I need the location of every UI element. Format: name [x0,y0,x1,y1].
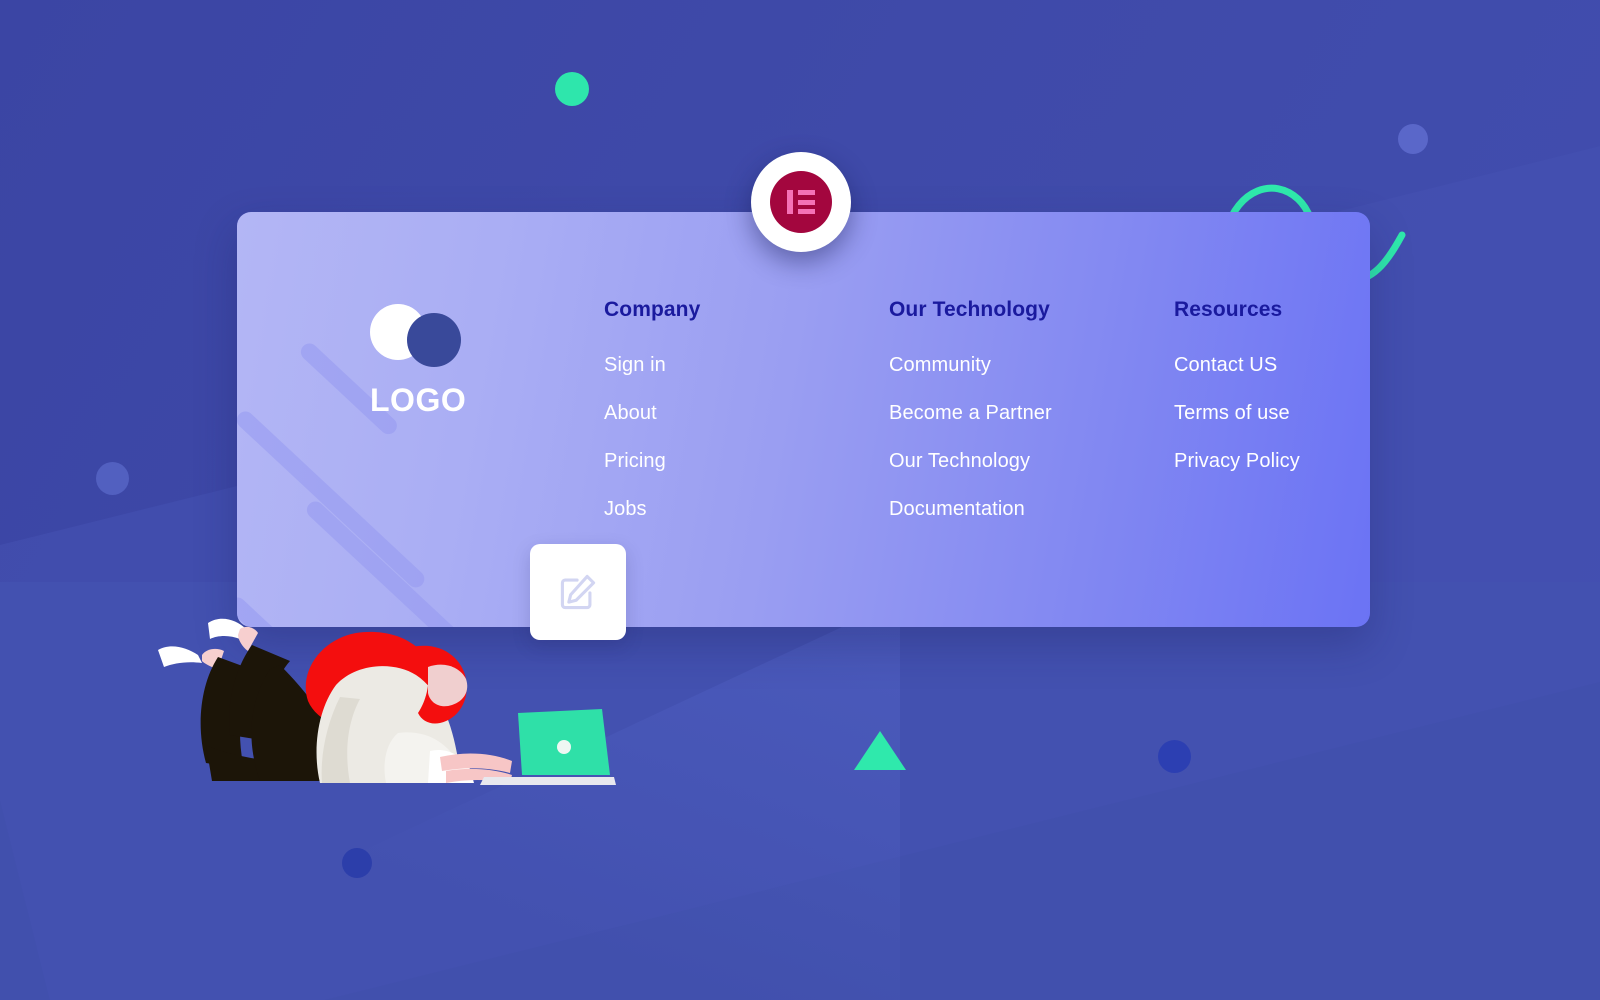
blue-dot-left-icon [96,462,129,495]
footer-link-about[interactable]: About [604,402,889,425]
footer-link-sign-in[interactable]: Sign in [604,354,889,377]
footer-link-pricing[interactable]: Pricing [604,450,889,473]
footer-card: LOGO Company Sign in About Pricing Jobs … [237,212,1370,627]
logo-circles [370,304,490,372]
footer-link-contact-us[interactable]: Contact US [1174,354,1370,377]
footer-link-privacy-policy[interactable]: Privacy Policy [1174,450,1370,473]
page-canvas: LOGO Company Sign in About Pricing Jobs … [0,0,1600,1000]
green-dot-top-icon [555,72,589,106]
footer-link-community[interactable]: Community [889,354,1174,377]
footer-link-documentation[interactable]: Documentation [889,498,1174,521]
footer-link-our-technology[interactable]: Our Technology [889,450,1174,473]
logo-text: LOGO [370,382,467,418]
blue-dot-bottom-left-icon [342,848,372,878]
logo-dark-circle-icon [407,313,461,367]
column-title-resources: Resources [1174,298,1283,321]
green-triangle-icon [854,731,906,770]
footer-column-our-technology: Our Technology Community Become a Partne… [889,298,1174,546]
elementor-badge[interactable] [751,152,851,252]
elementor-logo-icon [770,171,832,233]
blue-dot-near-laptop-icon [1158,740,1191,773]
edit-pencil-square-icon [560,574,596,610]
footer-column-resources: Resources Contact US Terms of use Privac… [1174,298,1370,546]
footer-link-columns: Company Sign in About Pricing Jobs Our T… [604,298,1370,546]
column-title-our-technology: Our Technology [889,298,1050,321]
column-title-company: Company [604,298,701,321]
edit-widget-tile[interactable] [530,544,626,640]
brand-logo[interactable]: LOGO [370,304,570,419]
footer-link-terms-of-use[interactable]: Terms of use [1174,402,1370,425]
footer-link-become-a-partner[interactable]: Become a Partner [889,402,1174,425]
footer-column-company: Company Sign in About Pricing Jobs [604,298,889,546]
footer-link-jobs[interactable]: Jobs [604,498,889,521]
blue-dot-top-right-icon [1398,124,1428,154]
